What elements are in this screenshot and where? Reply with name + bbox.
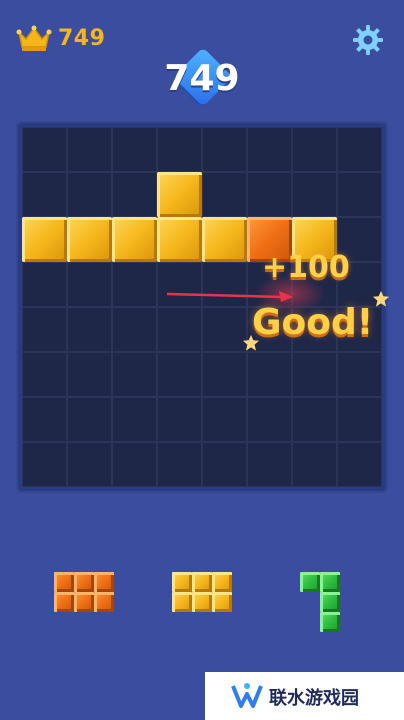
board-cell[interactable] bbox=[202, 172, 247, 217]
yellow-block bbox=[112, 217, 157, 262]
board-cell[interactable] bbox=[202, 127, 247, 172]
board-cell[interactable] bbox=[67, 442, 112, 487]
board-cell[interactable] bbox=[337, 172, 382, 217]
board-cell[interactable] bbox=[67, 307, 112, 352]
board-cell[interactable] bbox=[22, 442, 67, 487]
board-cell[interactable] bbox=[337, 127, 382, 172]
board-cell[interactable] bbox=[292, 442, 337, 487]
board-cell[interactable] bbox=[22, 307, 67, 352]
yellow-piece-block bbox=[172, 572, 192, 592]
board-cell[interactable] bbox=[337, 397, 382, 442]
board-cell[interactable] bbox=[337, 442, 382, 487]
yellow-block bbox=[157, 172, 202, 217]
board-cell[interactable] bbox=[157, 397, 202, 442]
board-cell[interactable] bbox=[112, 442, 157, 487]
yellow-block bbox=[157, 217, 202, 262]
bonus-points-popup: +100 bbox=[262, 250, 350, 285]
board-cell[interactable] bbox=[202, 397, 247, 442]
board-cell[interactable] bbox=[22, 352, 67, 397]
current-score-area: 749 bbox=[160, 47, 244, 112]
green-piece-block bbox=[320, 572, 340, 592]
yellow-piece-block bbox=[192, 572, 212, 592]
orange-piece-block bbox=[94, 572, 114, 592]
crown-icon bbox=[16, 25, 52, 51]
board-cell[interactable] bbox=[67, 262, 112, 307]
board-cell[interactable] bbox=[22, 397, 67, 442]
board-cell[interactable] bbox=[67, 127, 112, 172]
orange-piece-block bbox=[74, 592, 94, 612]
board-cell[interactable] bbox=[67, 352, 112, 397]
board-cell[interactable] bbox=[112, 127, 157, 172]
piece-tray bbox=[0, 548, 404, 658]
board-cell[interactable] bbox=[22, 127, 67, 172]
board-cell[interactable] bbox=[247, 127, 292, 172]
site-name: 联水游戏园 bbox=[269, 688, 359, 709]
board-cell[interactable] bbox=[112, 397, 157, 442]
board-cell[interactable] bbox=[67, 172, 112, 217]
board-cell[interactable] bbox=[247, 397, 292, 442]
green-piece-block bbox=[320, 612, 340, 632]
gear-icon[interactable] bbox=[352, 24, 384, 56]
board-cell[interactable] bbox=[157, 442, 202, 487]
star-icon bbox=[242, 334, 260, 351]
board-cell[interactable] bbox=[247, 442, 292, 487]
board-cell[interactable] bbox=[112, 352, 157, 397]
star-icon bbox=[372, 290, 390, 307]
yellow-block bbox=[22, 217, 67, 262]
board-cell[interactable] bbox=[202, 307, 247, 352]
board-cell[interactable] bbox=[292, 397, 337, 442]
yellow-piece-block bbox=[172, 592, 192, 612]
top-bar: 749 749 bbox=[0, 0, 404, 110]
board-cell[interactable] bbox=[202, 352, 247, 397]
board-cell[interactable] bbox=[247, 352, 292, 397]
orange-piece-block bbox=[74, 572, 94, 592]
arrow-icon bbox=[166, 291, 293, 302]
board-cell[interactable] bbox=[67, 397, 112, 442]
yellow-block bbox=[202, 217, 247, 262]
board-cell[interactable] bbox=[202, 442, 247, 487]
praise-popup: Good! bbox=[252, 302, 374, 343]
board-cell[interactable] bbox=[247, 172, 292, 217]
board-cell[interactable] bbox=[112, 307, 157, 352]
orange-piece-block bbox=[54, 572, 74, 592]
board-cell[interactable] bbox=[157, 352, 202, 397]
green-piece-block bbox=[320, 592, 340, 612]
yellow-piece-block bbox=[212, 572, 232, 592]
yellow-piece-block bbox=[212, 592, 232, 612]
green-piece-block bbox=[300, 572, 320, 592]
current-score: 749 bbox=[164, 58, 240, 99]
board-cell[interactable] bbox=[157, 127, 202, 172]
orange-piece-block bbox=[94, 592, 114, 612]
board-cell[interactable] bbox=[337, 352, 382, 397]
orange-piece-block bbox=[54, 592, 74, 612]
yellow-piece-block bbox=[192, 592, 212, 612]
logo-icon bbox=[231, 683, 263, 708]
board-cell[interactable] bbox=[112, 262, 157, 307]
board-cell[interactable] bbox=[157, 307, 202, 352]
best-score-area: 749 bbox=[16, 24, 105, 52]
board-cell[interactable] bbox=[292, 172, 337, 217]
board-cell[interactable] bbox=[292, 127, 337, 172]
board-cell[interactable] bbox=[112, 172, 157, 217]
board-cell[interactable] bbox=[22, 262, 67, 307]
board-cell[interactable] bbox=[292, 352, 337, 397]
yellow-block bbox=[67, 217, 112, 262]
best-score: 749 bbox=[58, 25, 106, 51]
board-cell[interactable] bbox=[22, 172, 67, 217]
watermark-footer: 联水游戏园 bbox=[205, 672, 404, 720]
